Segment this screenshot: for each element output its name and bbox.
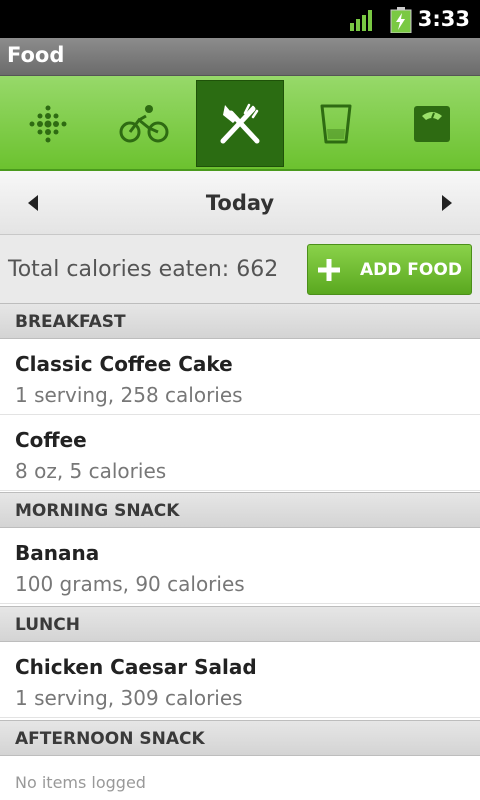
food-item[interactable]: Coffee 8 oz, 5 calories [0,415,480,491]
section-header-lunch: LUNCH [0,606,480,642]
scale-icon [414,105,450,142]
status-clock: 3:33 [417,7,470,31]
signal-icon [350,10,372,31]
title-bar: Food [0,38,480,76]
section-header-morning-snack: MORNING SNACK [0,492,480,528]
food-detail: 100 grams, 90 calories [15,572,245,596]
page-title: Food [7,43,65,67]
date-navigator: Today [0,171,480,235]
empty-state-text: No items logged [15,773,146,792]
plus-icon [318,259,340,281]
tab-food[interactable] [196,80,284,167]
tab-dashboard[interactable] [4,80,92,167]
section-title: LUNCH [15,615,80,635]
section-title: AFTERNOON SNACK [15,729,205,749]
food-name: Coffee [15,428,87,452]
status-bar: 3:33 [0,0,480,38]
food-name: Classic Coffee Cake [15,352,233,376]
food-detail: 8 oz, 5 calories [15,459,167,483]
add-food-label: ADD FOOD [360,260,462,280]
calorie-summary: Total calories eaten: 662 ADD FOOD [0,235,480,303]
food-item[interactable]: Classic Coffee Cake 1 serving, 258 calor… [0,339,480,415]
food-detail: 1 serving, 258 calories [15,383,243,407]
section-title: MORNING SNACK [15,501,180,521]
battery-charging-icon [390,7,412,33]
tab-weight[interactable] [388,80,476,167]
fork-knife-icon [220,103,260,143]
tab-water[interactable] [292,80,380,167]
dots-icon [29,105,67,142]
date-label: Today [205,191,275,215]
food-name: Banana [15,541,100,565]
add-food-button[interactable]: ADD FOOD [307,244,472,295]
food-detail: 1 serving, 309 calories [15,686,243,710]
next-day-icon[interactable] [436,193,456,213]
food-item[interactable]: Banana 100 grams, 90 calories [0,528,480,604]
section-header-afternoon-snack: AFTERNOON SNACK [0,720,480,756]
food-name: Chicken Caesar Salad [15,655,257,679]
tab-activity[interactable] [100,80,188,167]
section-header-breakfast: BREAKFAST [0,303,480,339]
food-item[interactable]: Chicken Caesar Salad 1 serving, 309 calo… [0,642,480,718]
glass-icon [320,104,352,143]
bicycle-icon [119,104,169,142]
tab-bar [0,76,480,171]
total-calories-text: Total calories eaten: 662 [8,257,279,282]
section-title: BREAKFAST [15,312,126,332]
